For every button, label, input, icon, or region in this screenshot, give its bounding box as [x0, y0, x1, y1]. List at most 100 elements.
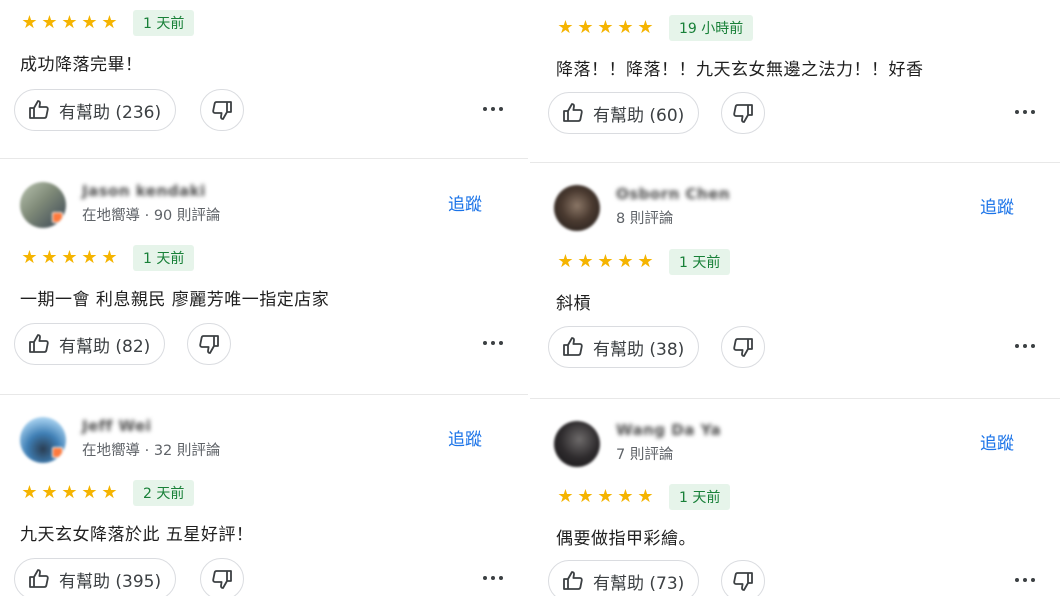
- star-icon: ★: [577, 486, 594, 507]
- dot-icon: [1031, 110, 1035, 114]
- star-icon: ★: [597, 486, 614, 507]
- helpful-button[interactable]: 有幫助 (395): [14, 558, 177, 596]
- thumb-up-icon: [29, 100, 49, 119]
- review-text: 九天玄女降落於此 五星好評！: [20, 525, 254, 545]
- star-icon: ★: [637, 17, 654, 38]
- star-icon: ★: [597, 251, 614, 272]
- thumb-up-icon: [563, 103, 583, 122]
- helpful-count-label: 有幫助 (60): [593, 105, 685, 126]
- reviewer-meta: 8 則評論: [616, 211, 674, 227]
- star-icon: ★: [557, 486, 574, 507]
- star-icon: ★: [557, 251, 574, 272]
- star-icon: ★: [101, 482, 118, 503]
- helpful-button[interactable]: 有幫助 (60): [548, 92, 700, 134]
- star-icon: ★: [637, 486, 654, 507]
- thumb-down-icon: [733, 338, 753, 357]
- reviewer-name[interactable]: Osborn Chen: [616, 185, 730, 203]
- helpful-count-label: 有幫助 (73): [593, 573, 685, 594]
- review-time-badge: 19 小時前: [669, 15, 754, 41]
- thumb-down-icon: [733, 572, 753, 591]
- not-helpful-button[interactable]: [200, 89, 244, 131]
- rating-row: ★ ★ ★ ★ ★ 19 小時前: [556, 15, 754, 41]
- dot-icon: [1015, 578, 1019, 582]
- more-options-button[interactable]: [478, 331, 508, 355]
- star-rating: ★ ★ ★ ★ ★: [556, 253, 655, 271]
- dot-icon: [499, 576, 503, 580]
- star-icon: ★: [41, 482, 58, 503]
- thumb-up-icon: [563, 337, 583, 356]
- helpful-button[interactable]: 有幫助 (82): [14, 323, 166, 365]
- star-icon: ★: [81, 247, 98, 268]
- thumb-down-icon: [212, 570, 232, 589]
- more-options-button[interactable]: [1010, 334, 1040, 358]
- dot-icon: [499, 341, 503, 345]
- more-options-button[interactable]: [478, 97, 508, 121]
- helpful-button[interactable]: 有幫助 (73): [548, 560, 700, 596]
- helpful-button[interactable]: 有幫助 (38): [548, 326, 700, 368]
- dot-icon: [499, 107, 503, 111]
- review-time-badge: 1 天前: [133, 10, 195, 36]
- star-icon: ★: [81, 482, 98, 503]
- star-rating: ★ ★ ★ ★ ★: [556, 488, 655, 506]
- reviews-column-right: ★ ★ ★ ★ ★ 19 小時前 降落！！降落！！九天玄女無邊之法力！！好香 有幫助 (…: [530, 0, 1060, 596]
- reviewer-name[interactable]: Wang Da Ya: [616, 421, 721, 439]
- star-icon: ★: [21, 482, 38, 503]
- dot-icon: [483, 576, 487, 580]
- dot-icon: [1015, 110, 1019, 114]
- not-helpful-button[interactable]: [200, 558, 244, 596]
- star-icon: ★: [597, 17, 614, 38]
- reviews-column-left: ★ ★ ★ ★ ★ 1 天前 成功降落完畢！ 有幫助 (236) Jason kenda…: [0, 0, 528, 596]
- thumb-up-icon: [29, 334, 49, 353]
- follow-button[interactable]: 追蹤: [980, 193, 1014, 218]
- not-helpful-button[interactable]: [721, 92, 765, 134]
- review-actions: 有幫助 (395): [14, 558, 514, 596]
- star-rating: ★ ★ ★ ★ ★: [20, 484, 119, 502]
- reviewer-avatar[interactable]: [20, 417, 66, 463]
- reviewer-header: Wang Da Ya 7 則評論 追蹤: [554, 419, 1040, 471]
- thumb-down-icon: [733, 104, 753, 123]
- local-guide-badge-icon: [52, 212, 63, 223]
- more-options-button[interactable]: [478, 566, 508, 590]
- more-options-button[interactable]: [1010, 100, 1040, 124]
- reviewer-name[interactable]: Jason kendaki: [82, 182, 206, 200]
- review-text: 降落！！降落！！九天玄女無邊之法力！！好香: [556, 60, 924, 80]
- follow-button[interactable]: 追蹤: [980, 429, 1014, 454]
- star-icon: ★: [101, 247, 118, 268]
- dot-icon: [1023, 578, 1027, 582]
- star-rating: ★ ★ ★ ★ ★: [556, 19, 655, 37]
- review-text: 一期一會 利息親民 廖麗芳唯一指定店家: [20, 290, 330, 310]
- not-helpful-button[interactable]: [721, 560, 765, 596]
- review-time-badge: 1 天前: [669, 249, 731, 275]
- star-rating: ★ ★ ★ ★ ★: [20, 249, 119, 267]
- review-card: Wang Da Ya 7 則評論 追蹤 ★ ★ ★ ★ ★ 1 天前 偶要做指甲彩繪。 …: [530, 399, 1060, 596]
- star-icon: ★: [617, 486, 634, 507]
- star-icon: ★: [61, 12, 78, 33]
- reviewer-avatar[interactable]: [554, 421, 600, 467]
- reviewer-avatar[interactable]: [554, 185, 600, 231]
- rating-row: ★ ★ ★ ★ ★ 1 天前: [556, 484, 731, 510]
- star-icon: ★: [61, 247, 78, 268]
- helpful-count-label: 有幫助 (38): [593, 339, 685, 360]
- review-actions: 有幫助 (236): [14, 89, 514, 133]
- follow-button[interactable]: 追蹤: [448, 425, 482, 450]
- more-options-button[interactable]: [1010, 568, 1040, 592]
- star-icon: ★: [617, 251, 634, 272]
- review-time-badge: 2 天前: [133, 480, 195, 506]
- not-helpful-button[interactable]: [721, 326, 765, 368]
- thumb-down-icon: [212, 101, 232, 120]
- not-helpful-button[interactable]: [187, 323, 231, 365]
- dot-icon: [491, 341, 495, 345]
- reviewer-name[interactable]: Jeff Wei: [82, 417, 151, 435]
- dot-icon: [1023, 110, 1027, 114]
- star-icon: ★: [577, 17, 594, 38]
- dot-icon: [1023, 344, 1027, 348]
- follow-button[interactable]: 追蹤: [448, 190, 482, 215]
- review-actions: 有幫助 (82): [14, 323, 514, 367]
- reviewer-avatar[interactable]: [20, 182, 66, 228]
- dot-icon: [491, 576, 495, 580]
- dot-icon: [483, 341, 487, 345]
- review-text: 斜槓: [556, 294, 591, 314]
- review-card: Jeff Wei 在地嚮導 · 32 則評論 追蹤 ★ ★ ★ ★ ★ 2 天前 九天玄…: [0, 395, 528, 596]
- reviewer-header: Osborn Chen 8 則評論 追蹤: [554, 183, 1040, 235]
- helpful-button[interactable]: 有幫助 (236): [14, 89, 177, 131]
